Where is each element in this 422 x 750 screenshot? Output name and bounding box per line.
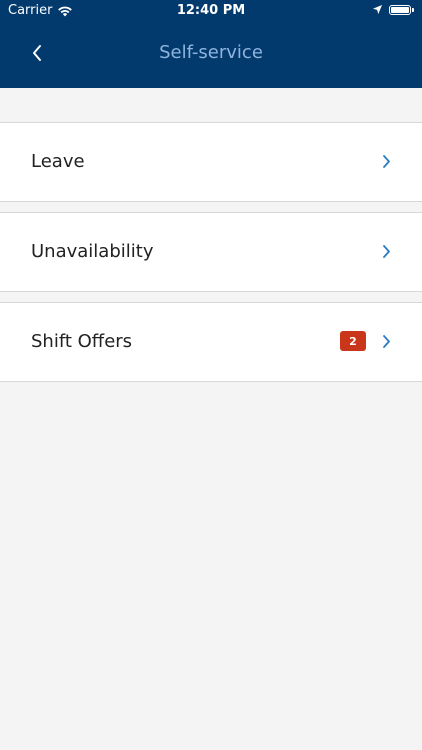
chevron-right-icon bbox=[383, 335, 390, 348]
status-time: 12:40 PM bbox=[176, 3, 246, 18]
self-service-menu: Leave Unavailability Shift Offers 2 bbox=[0, 122, 422, 392]
status-icons bbox=[372, 4, 414, 15]
menu-item-unavailability[interactable]: Unavailability bbox=[0, 212, 422, 292]
chevron-right-icon bbox=[383, 245, 390, 258]
battery-tip-icon bbox=[412, 7, 414, 12]
status-bar: Carrier 12:40 PM bbox=[0, 0, 422, 22]
chevron-right-icon bbox=[383, 155, 390, 168]
menu-item-label: Leave bbox=[31, 151, 85, 172]
navigation-bar: Self-service bbox=[0, 22, 422, 88]
location-arrow-icon bbox=[372, 4, 383, 15]
menu-item-label: Unavailability bbox=[31, 241, 154, 262]
app-header: Carrier 12:40 PM Self-service bbox=[0, 0, 422, 88]
menu-item-label: Shift Offers bbox=[31, 331, 133, 352]
notification-count-badge: 2 bbox=[340, 331, 366, 351]
menu-item-shift-offers[interactable]: Shift Offers 2 bbox=[0, 302, 422, 382]
page-title: Self-service bbox=[159, 42, 263, 63]
battery-icon bbox=[389, 4, 411, 15]
menu-item-leave[interactable]: Leave bbox=[0, 122, 422, 202]
